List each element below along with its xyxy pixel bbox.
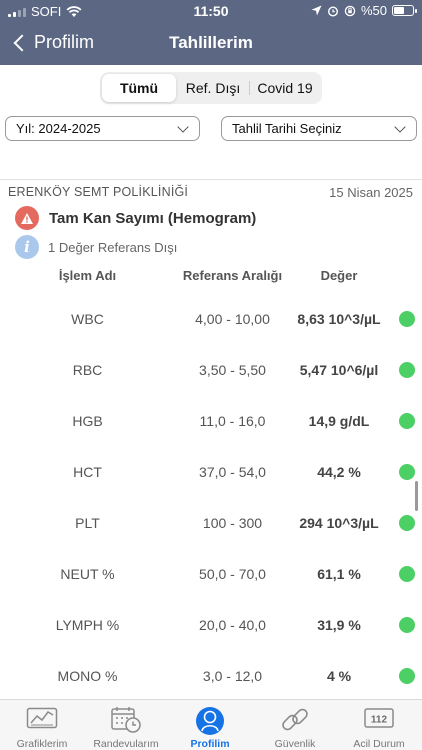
column-header-reference-range: Referans Aralığı — [182, 268, 283, 283]
value-cell: 14,9 g/dL — [308, 413, 370, 429]
reference-range-cell: 50,0 - 70,0 — [199, 566, 266, 582]
in-range-status-dot — [399, 311, 415, 327]
test-name-cell: HGB — [72, 413, 103, 429]
in-range-status-dot — [399, 413, 415, 429]
test-name-cell: LYMPH % — [55, 617, 120, 633]
divider — [0, 179, 422, 180]
svg-text:112: 112 — [371, 715, 388, 726]
segment-all[interactable]: Tümü — [102, 74, 176, 102]
reference-range-cell: 3,50 - 5,50 — [199, 362, 266, 378]
person-icon — [196, 707, 224, 735]
reference-range-cell: 4,00 - 10,00 — [195, 311, 270, 327]
table-row: NEUT % 50,0 - 70,0 61,1 % — [0, 564, 422, 615]
table-row: PLT 100 - 300 294 10^3/µL — [0, 513, 422, 564]
tab-graphs[interactable]: Grafiklerim — [0, 700, 84, 750]
value-cell: 5,47 10^6/µl — [299, 362, 379, 378]
out-of-range-note-row: i 1 Değer Referans Dışı — [15, 235, 177, 259]
test-title-row[interactable]: Tam Kan Sayımı (Hemogram) — [15, 206, 256, 230]
status-bar: SOFI 11:50 %50 — [0, 0, 422, 22]
reference-range-cell: 20,0 - 40,0 — [199, 617, 266, 633]
value-cell: 61,1 % — [317, 566, 361, 582]
in-range-status-dot — [399, 566, 415, 582]
alarm-icon — [327, 5, 338, 17]
rotation-lock-icon — [344, 5, 356, 16]
test-name-cell: HCT — [73, 464, 102, 480]
reference-range-cell: 37,0 - 54,0 — [199, 464, 266, 480]
tab-security-label: Güvenlik — [274, 738, 316, 750]
test-name-cell: RBC — [72, 362, 103, 378]
in-range-status-dot — [399, 464, 415, 480]
tab-appointments[interactable]: Randevularım — [84, 700, 168, 750]
test-date-dropdown-value: Tahlil Tarihi Seçiniz — [232, 121, 342, 136]
test-date-dropdown[interactable]: Tahlil Tarihi Seçiniz — [221, 116, 417, 141]
column-header-value: Değer — [320, 268, 358, 283]
chevron-down-icon — [394, 121, 406, 133]
location-arrow-icon — [311, 5, 322, 16]
tab-profile[interactable]: Profilim — [168, 700, 252, 750]
emergency-112-icon: 112 — [364, 708, 394, 728]
page-title: Tahlillerim — [169, 33, 253, 52]
value-cell: 4 % — [326, 668, 352, 684]
calendar-clock-icon — [111, 707, 141, 733]
year-dropdown-value: Yıl: 2024-2025 — [16, 121, 101, 136]
tab-appointments-label: Randevularım — [93, 738, 159, 750]
clinic-name: ERENKÖY SEMT POLİKLİNİĞİ — [8, 185, 189, 199]
table-row: HGB 11,0 - 16,0 14,9 g/dL — [0, 411, 422, 462]
tab-security[interactable]: Güvenlik — [253, 700, 337, 750]
segment-out-of-range[interactable]: Ref. Dışı — [176, 74, 250, 102]
value-cell: 8,63 10^3/µL — [297, 311, 381, 327]
tab-bar: Grafiklerim Randevularım Profilim Güvenl… — [0, 699, 422, 750]
link-icon — [282, 708, 308, 731]
test-name-cell: WBC — [71, 311, 104, 327]
test-name-cell: MONO % — [57, 668, 118, 684]
result-date: 15 Nisan 2025 — [329, 185, 413, 200]
battery-percent: %50 — [360, 3, 387, 18]
reference-range-cell: 11,0 - 16,0 — [199, 413, 266, 429]
value-cell: 294 10^3/µL — [299, 515, 379, 531]
table-row: RBC 3,50 - 5,50 5,47 10^6/µl — [0, 360, 422, 411]
segment-covid-19[interactable]: Covid 19 — [250, 74, 320, 102]
warning-icon — [15, 206, 39, 230]
year-dropdown[interactable]: Yıl: 2024-2025 — [5, 116, 200, 141]
column-header-test-name: İşlem Adı — [58, 268, 117, 283]
tab-emergency-label: Acil Durum — [353, 738, 405, 750]
in-range-status-dot — [399, 515, 415, 531]
scroll-indicator[interactable] — [415, 481, 418, 511]
out-of-range-note: 1 Değer Referans Dışı — [48, 239, 178, 255]
test-name-cell: PLT — [75, 515, 100, 531]
table-row: WBC 4,00 - 10,00 8,63 10^3/µL — [0, 309, 422, 360]
battery-icon — [392, 5, 417, 16]
reference-range-cell: 100 - 300 — [202, 515, 263, 531]
chart-icon — [26, 707, 58, 729]
test-name: Tam Kan Sayımı (Hemogram) — [49, 209, 257, 227]
in-range-status-dot — [399, 668, 415, 684]
test-name-cell: NEUT % — [60, 566, 115, 582]
in-range-status-dot — [399, 617, 415, 633]
tab-emergency[interactable]: 112 Acil Durum — [337, 700, 421, 750]
filter-segmented-control: Tümü Ref. Dışı Covid 19 — [100, 72, 322, 104]
chevron-down-icon — [177, 121, 189, 133]
in-range-status-dot — [399, 362, 415, 378]
tab-profile-label: Profilim — [190, 738, 230, 750]
table-row: HCT 37,0 - 54,0 44,2 % — [0, 462, 422, 513]
info-icon: i — [15, 235, 39, 259]
value-cell: 31,9 % — [317, 617, 361, 633]
navigation-bar: Profilim Tahlillerim — [0, 22, 422, 65]
table-row: LYMPH % 20,0 - 40,0 31,9 % — [0, 615, 422, 666]
reference-range-cell: 3,0 - 12,0 — [202, 668, 263, 684]
tab-graphs-label: Grafiklerim — [16, 738, 68, 750]
value-cell: 44,2 % — [317, 464, 361, 480]
